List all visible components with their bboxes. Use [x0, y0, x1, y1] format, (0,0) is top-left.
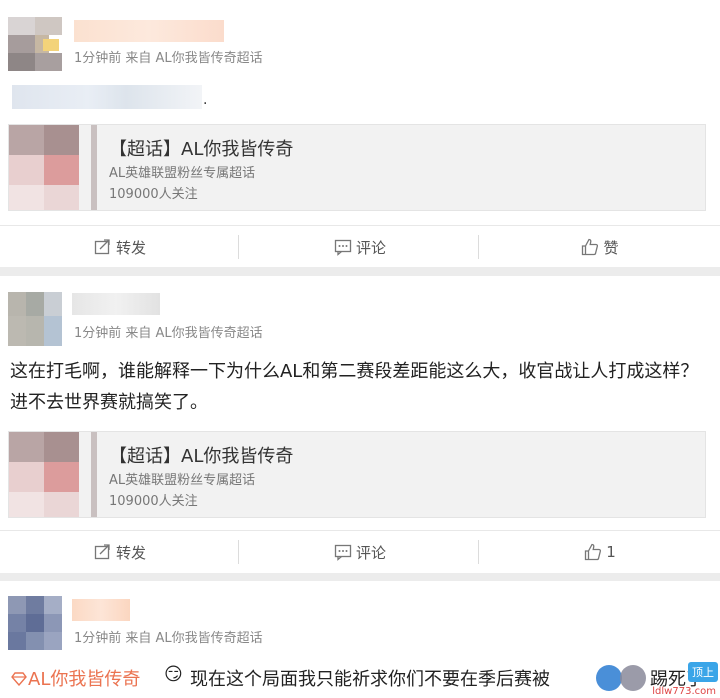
topic-card-divider [91, 125, 97, 210]
repost-button[interactable]: 转发 [0, 226, 240, 268]
share-icon [94, 544, 110, 560]
username-blurred[interactable] [72, 293, 160, 315]
watermark: ldlw773.com [652, 686, 716, 697]
post-meta: 1分钟前 来自 AL你我皆传奇超话 [74, 326, 263, 341]
repost-label: 转发 [115, 238, 146, 257]
smirk-emoji: 😏 [164, 664, 183, 685]
post-text-blurred [12, 85, 202, 109]
username-blurred[interactable] [74, 20, 224, 42]
float-badge-blue[interactable] [596, 665, 622, 691]
topic-link[interactable]: AL你我皆传奇 [10, 665, 140, 691]
comment-icon [334, 239, 352, 256]
comment-label: 评论 [355, 238, 386, 257]
topic-card-thumbnail [9, 125, 79, 210]
topic-card[interactable]: 【超话】AL你我皆传奇 AL英雄联盟粉丝专属超话 109000人关注 [8, 431, 706, 518]
topic-card[interactable]: 【超话】AL你我皆传奇 AL英雄联盟粉丝专属超话 109000人关注 [8, 124, 706, 211]
comment-button[interactable]: 评论 [240, 226, 480, 268]
topic-card-subtitle: AL英雄联盟粉丝专属超话 [109, 166, 256, 181]
like-button[interactable]: 赞 [480, 226, 720, 268]
topic-card-thumbnail [9, 432, 79, 517]
topic-card-followers: 109000人关注 [109, 494, 198, 509]
thumbs-up-icon [585, 543, 602, 561]
topic-card-divider [91, 432, 97, 517]
comment-label: 评论 [355, 543, 386, 562]
post-text: 现在这个局面我只能祈求你们不要在季后赛被 [190, 669, 550, 690]
avatar[interactable] [8, 596, 62, 650]
comment-button[interactable]: 评论 [240, 531, 480, 573]
like-label: 赞 [603, 238, 619, 257]
avatar[interactable] [8, 292, 62, 346]
post-meta: 1分钟前 来自 AL你我皆传奇超话 [74, 51, 263, 66]
topic-card-followers: 109000人关注 [109, 187, 198, 202]
repost-button[interactable]: 转发 [0, 531, 240, 573]
username-blurred[interactable] [72, 599, 130, 621]
avatar[interactable] [8, 17, 62, 71]
back-to-top-button[interactable]: 顶上 [688, 662, 718, 682]
float-badge-gray[interactable] [620, 665, 646, 691]
comment-icon [334, 544, 352, 561]
post-1: 1分钟前 来自 AL你我皆传奇超话 . 【超话】AL你我皆传奇 AL英雄联盟粉丝… [0, 0, 720, 267]
like-button[interactable]: 1 [480, 531, 720, 573]
topic-card-subtitle: AL英雄联盟粉丝专属超话 [109, 473, 256, 488]
share-icon [94, 239, 110, 255]
post-text-period: . [203, 92, 208, 108]
topic-card-title[interactable]: 【超话】AL你我皆传奇 [109, 135, 293, 161]
topic-card-title[interactable]: 【超话】AL你我皆传奇 [109, 442, 293, 468]
topic-link-label: AL你我皆传奇 [28, 669, 141, 690]
post-actions: 转发 评论 1 [0, 530, 720, 572]
thumbs-up-icon [582, 238, 599, 256]
post-meta: 1分钟前 来自 AL你我皆传奇超话 [74, 631, 263, 646]
repost-label: 转发 [115, 543, 146, 562]
post-text: 这在打毛啊，谁能解释一下为什么AL和第二赛段差距能这么大，收官战让人打成这样？进… [10, 361, 699, 413]
diamond-topic-icon [11, 672, 27, 687]
post-2: 1分钟前 来自 AL你我皆传奇超话 这在打毛啊，谁能解释一下为什么AL和第二赛段… [0, 276, 720, 573]
post-actions: 转发 评论 赞 [0, 225, 720, 267]
like-count: 1 [606, 543, 616, 561]
post-3: 1分钟前 来自 AL你我皆传奇超话 AL你我皆传奇 😏 现在这个局面我只能祈求你… [0, 581, 720, 698]
